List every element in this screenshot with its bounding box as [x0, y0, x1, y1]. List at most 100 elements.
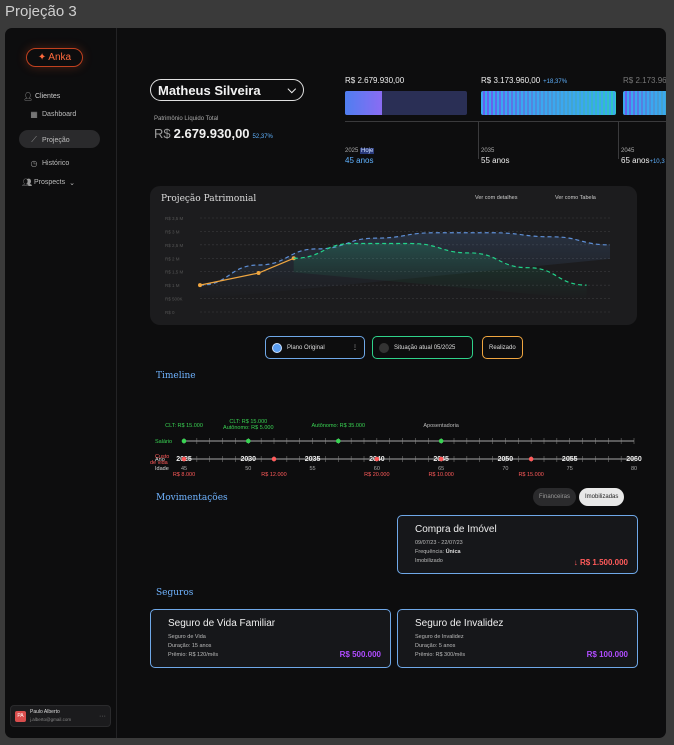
tab-imobilizadas[interactable]: Imobilizadas [579, 488, 625, 506]
cost-event-dot [374, 456, 380, 462]
patrimonio-currency: R$ [154, 126, 171, 141]
projection-2035[interactable]: R$ 3.173.960,00 +18,37% 2035 55 anos [478, 76, 618, 168]
salary-event-label: Aposentadoria [423, 423, 459, 429]
seguro-title: Seguro de Vida Familiar [168, 618, 276, 629]
dashboard-icon: ▦ [30, 110, 38, 119]
cost-timeline: Custode vidaR$ 8.000 R$ 12.000 R$ 20.000 R$… [150, 454, 635, 478]
sidebar-item-label: Projeção [42, 136, 70, 144]
cost-event-dot [528, 456, 534, 462]
projection-chart: R$ 3,5 M R$ 3 M R$ 2,5 M R$ 2 M R$ 1,5 M R$ 1… [165, 216, 611, 315]
y-tick-label: R$ 0 [165, 310, 175, 315]
cost-event-dot [271, 456, 277, 462]
avatar: PA [15, 710, 26, 722]
timeline-title: Timeline [156, 371, 196, 381]
users-icon: 👥︎ [22, 178, 33, 187]
y-tick-label: R$ 500K [165, 297, 183, 302]
clock-icon: ◷ [30, 159, 38, 168]
projection-bar [345, 91, 467, 115]
sidebar-item-label: Prospects [34, 179, 66, 186]
seguro-type: Seguro de Invalidez [415, 634, 464, 640]
movimentacao-title: Compra de Imóvel [415, 524, 497, 535]
projection-bar [623, 91, 666, 115]
app-window: ✦ Anka 👤︎ Clientes ▦ Dashboard ⟋ Projeçã… [5, 28, 666, 738]
seguro-card[interactable]: Seguro de Invalidez Seguro de Invalidez … [397, 609, 638, 668]
projection-2025[interactable]: R$ 2.679.930,00 2025 Hoje 45 anos [345, 76, 478, 168]
salary-event-label: Autônomo: R$ 5.000 [223, 425, 273, 431]
cost-event-label: R$ 8.000 [173, 472, 195, 478]
cost-event-label: R$ 20.000 [364, 472, 389, 478]
y-tick-label: R$ 3,5 M [165, 216, 184, 221]
user-icon: 👤︎ [23, 92, 34, 101]
sidebar-item-historico[interactable]: ◷ Histórico [30, 159, 70, 168]
projection-value: R$ 2.173.960 [623, 76, 666, 85]
user-email: j.alberto@gmail.com [30, 717, 72, 722]
salary-event-dot [438, 438, 444, 444]
scenario-realizado[interactable]: Realizado [482, 336, 523, 359]
seguro-duration: Duração: 15 anos [168, 643, 212, 649]
projection-bar [481, 91, 616, 115]
chevron-down-icon: ⌵ [287, 83, 296, 96]
data-point [256, 271, 261, 276]
brand-logo[interactable]: ✦ Anka [26, 48, 83, 67]
seguros-title: Seguros [156, 588, 194, 598]
sidebar-item-dashboard[interactable]: ▦ Dashboard [30, 110, 76, 119]
projection-year: 2025 Hoje [345, 148, 375, 154]
chevron-down-icon: ⌄ [69, 179, 75, 187]
patrimonio-amount: 2.679.930,00 [173, 126, 250, 141]
patrimonio-value: R$ 2.679.930,00 52,37% [154, 126, 273, 141]
user-card[interactable]: PA Paulo Alberto j.alberto@gmail.com ··· [10, 705, 111, 727]
movimentacao-type: Imobilizado [415, 558, 443, 564]
movimentacoes-tabs: Financeiras Imobilizadas [533, 488, 625, 506]
sidebar-item-label: Dashboard [42, 111, 77, 118]
projection-age: 55 anos [481, 156, 510, 165]
patrimonio-label: Patrimônio Líquido Total [154, 116, 219, 122]
movimentacao-amount: ↓ R$ 1.500.000 [573, 558, 628, 567]
seguro-amount: R$ 500.000 [339, 650, 381, 659]
salary-event-label: CLT: R$ 15.000 [165, 423, 203, 429]
cost-event-dot [438, 456, 444, 462]
salary-event-dot [245, 438, 251, 444]
movimentacao-frequency: Frequência: Única [415, 549, 461, 555]
cost-event-label: R$ 15.000 [518, 472, 543, 478]
seguro-premium: Prêmio: R$ 120/mês [168, 652, 219, 658]
projection-2045[interactable]: R$ 2.173.960 2045 65 anos+10,3 [618, 76, 666, 168]
scenario-situacao-atual[interactable]: Situação atual 05/2025 [372, 336, 473, 359]
scenario-dot [272, 342, 282, 353]
projection-year: 2045 [621, 148, 635, 154]
more-icon[interactable]: ··· [99, 713, 106, 720]
salary-event-label: Autônomo: R$ 35.000 [312, 423, 366, 429]
client-select[interactable]: Matheus Silveira ⌵ [150, 79, 304, 101]
scenario-label: Situação atual 05/2025 [394, 344, 456, 351]
patrimonio-change: 52,37% [252, 134, 273, 140]
projection-chart-card: Projeção Patrimonial Ver com detalhes Ve… [150, 186, 637, 325]
projection-year: 2035 [481, 148, 495, 154]
more-vertical-icon[interactable]: ⋮ [352, 344, 358, 351]
y-tick-label: R$ 2 M [165, 256, 180, 261]
salary-event-dot [181, 438, 187, 444]
sidebar-item-clientes[interactable]: 👤︎ Clientes [23, 92, 60, 101]
sidebar-item-prospects[interactable]: 👥︎ Prospects ⌄ [22, 178, 75, 187]
projection-value: R$ 2.679.930,00 [345, 76, 405, 85]
salary-event-dot [335, 438, 341, 444]
projection-age: 65 anos+10,3 [621, 156, 665, 165]
sidebar-item-projecao[interactable]: ⟋ Projeção [30, 135, 70, 145]
y-tick-label: R$ 1,5 M [165, 270, 184, 275]
seguro-card[interactable]: Seguro de Vida Familiar Seguro de Vida D… [150, 609, 391, 668]
scenario-plano-original[interactable]: Plano Original ⋮ [265, 336, 365, 359]
movimentacao-card[interactable]: Compra de Imóvel 09/07/23 - 22/07/23 Fre… [397, 515, 638, 574]
salary-label: Salário [155, 439, 172, 445]
cost-event-label: R$ 12.000 [261, 472, 286, 478]
user-name: Paulo Alberto [30, 709, 60, 715]
cost-event-dot [181, 456, 187, 462]
sidebar: ✦ Anka 👤︎ Clientes ▦ Dashboard ⟋ Projeçã… [5, 28, 117, 738]
y-tick-label: R$ 1 M [165, 283, 180, 288]
cost-event-label: R$ 10.000 [428, 472, 453, 478]
sidebar-item-label: Clientes [35, 93, 61, 100]
y-tick-label: R$ 3 M [165, 229, 180, 234]
seguro-type: Seguro de Vida [168, 634, 206, 640]
tab-financeiras[interactable]: Financeiras [533, 488, 577, 506]
chart-line-icon: ⟋ [31, 135, 37, 144]
spark-icon: ✦ [37, 52, 47, 63]
scenario-dot [379, 342, 389, 353]
client-name: Matheus Silveira [158, 82, 261, 98]
